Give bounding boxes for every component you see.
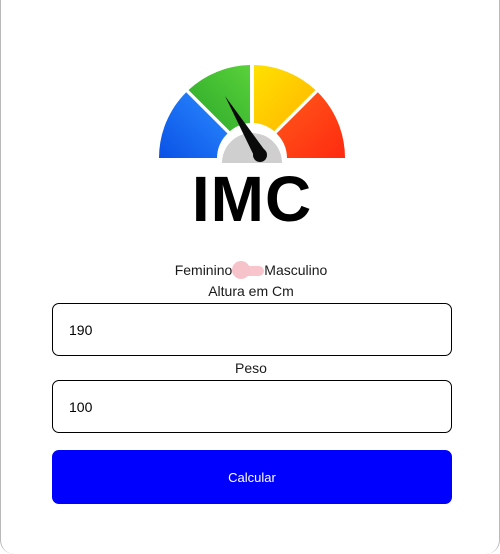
gender-label-feminino: Feminino [174,262,233,278]
gender-toggle-switch[interactable] [232,261,265,279]
weight-label: Peso [235,360,267,376]
logo-title: IMC [191,163,313,235]
gender-selector: Feminino Masculino [1,260,500,280]
toggle-thumb[interactable] [232,261,251,279]
gender-label-masculino: Masculino [264,262,328,278]
app-window: IMC Feminino Masculino Altura em Cm Peso… [0,0,500,554]
weight-input[interactable] [52,380,452,433]
speedometer-gauge-icon [158,65,346,163]
height-label: Altura em Cm [208,283,294,299]
calculate-button[interactable]: Calcular [52,450,452,504]
height-input[interactable] [52,303,452,356]
imc-logo: IMC [156,60,348,234]
